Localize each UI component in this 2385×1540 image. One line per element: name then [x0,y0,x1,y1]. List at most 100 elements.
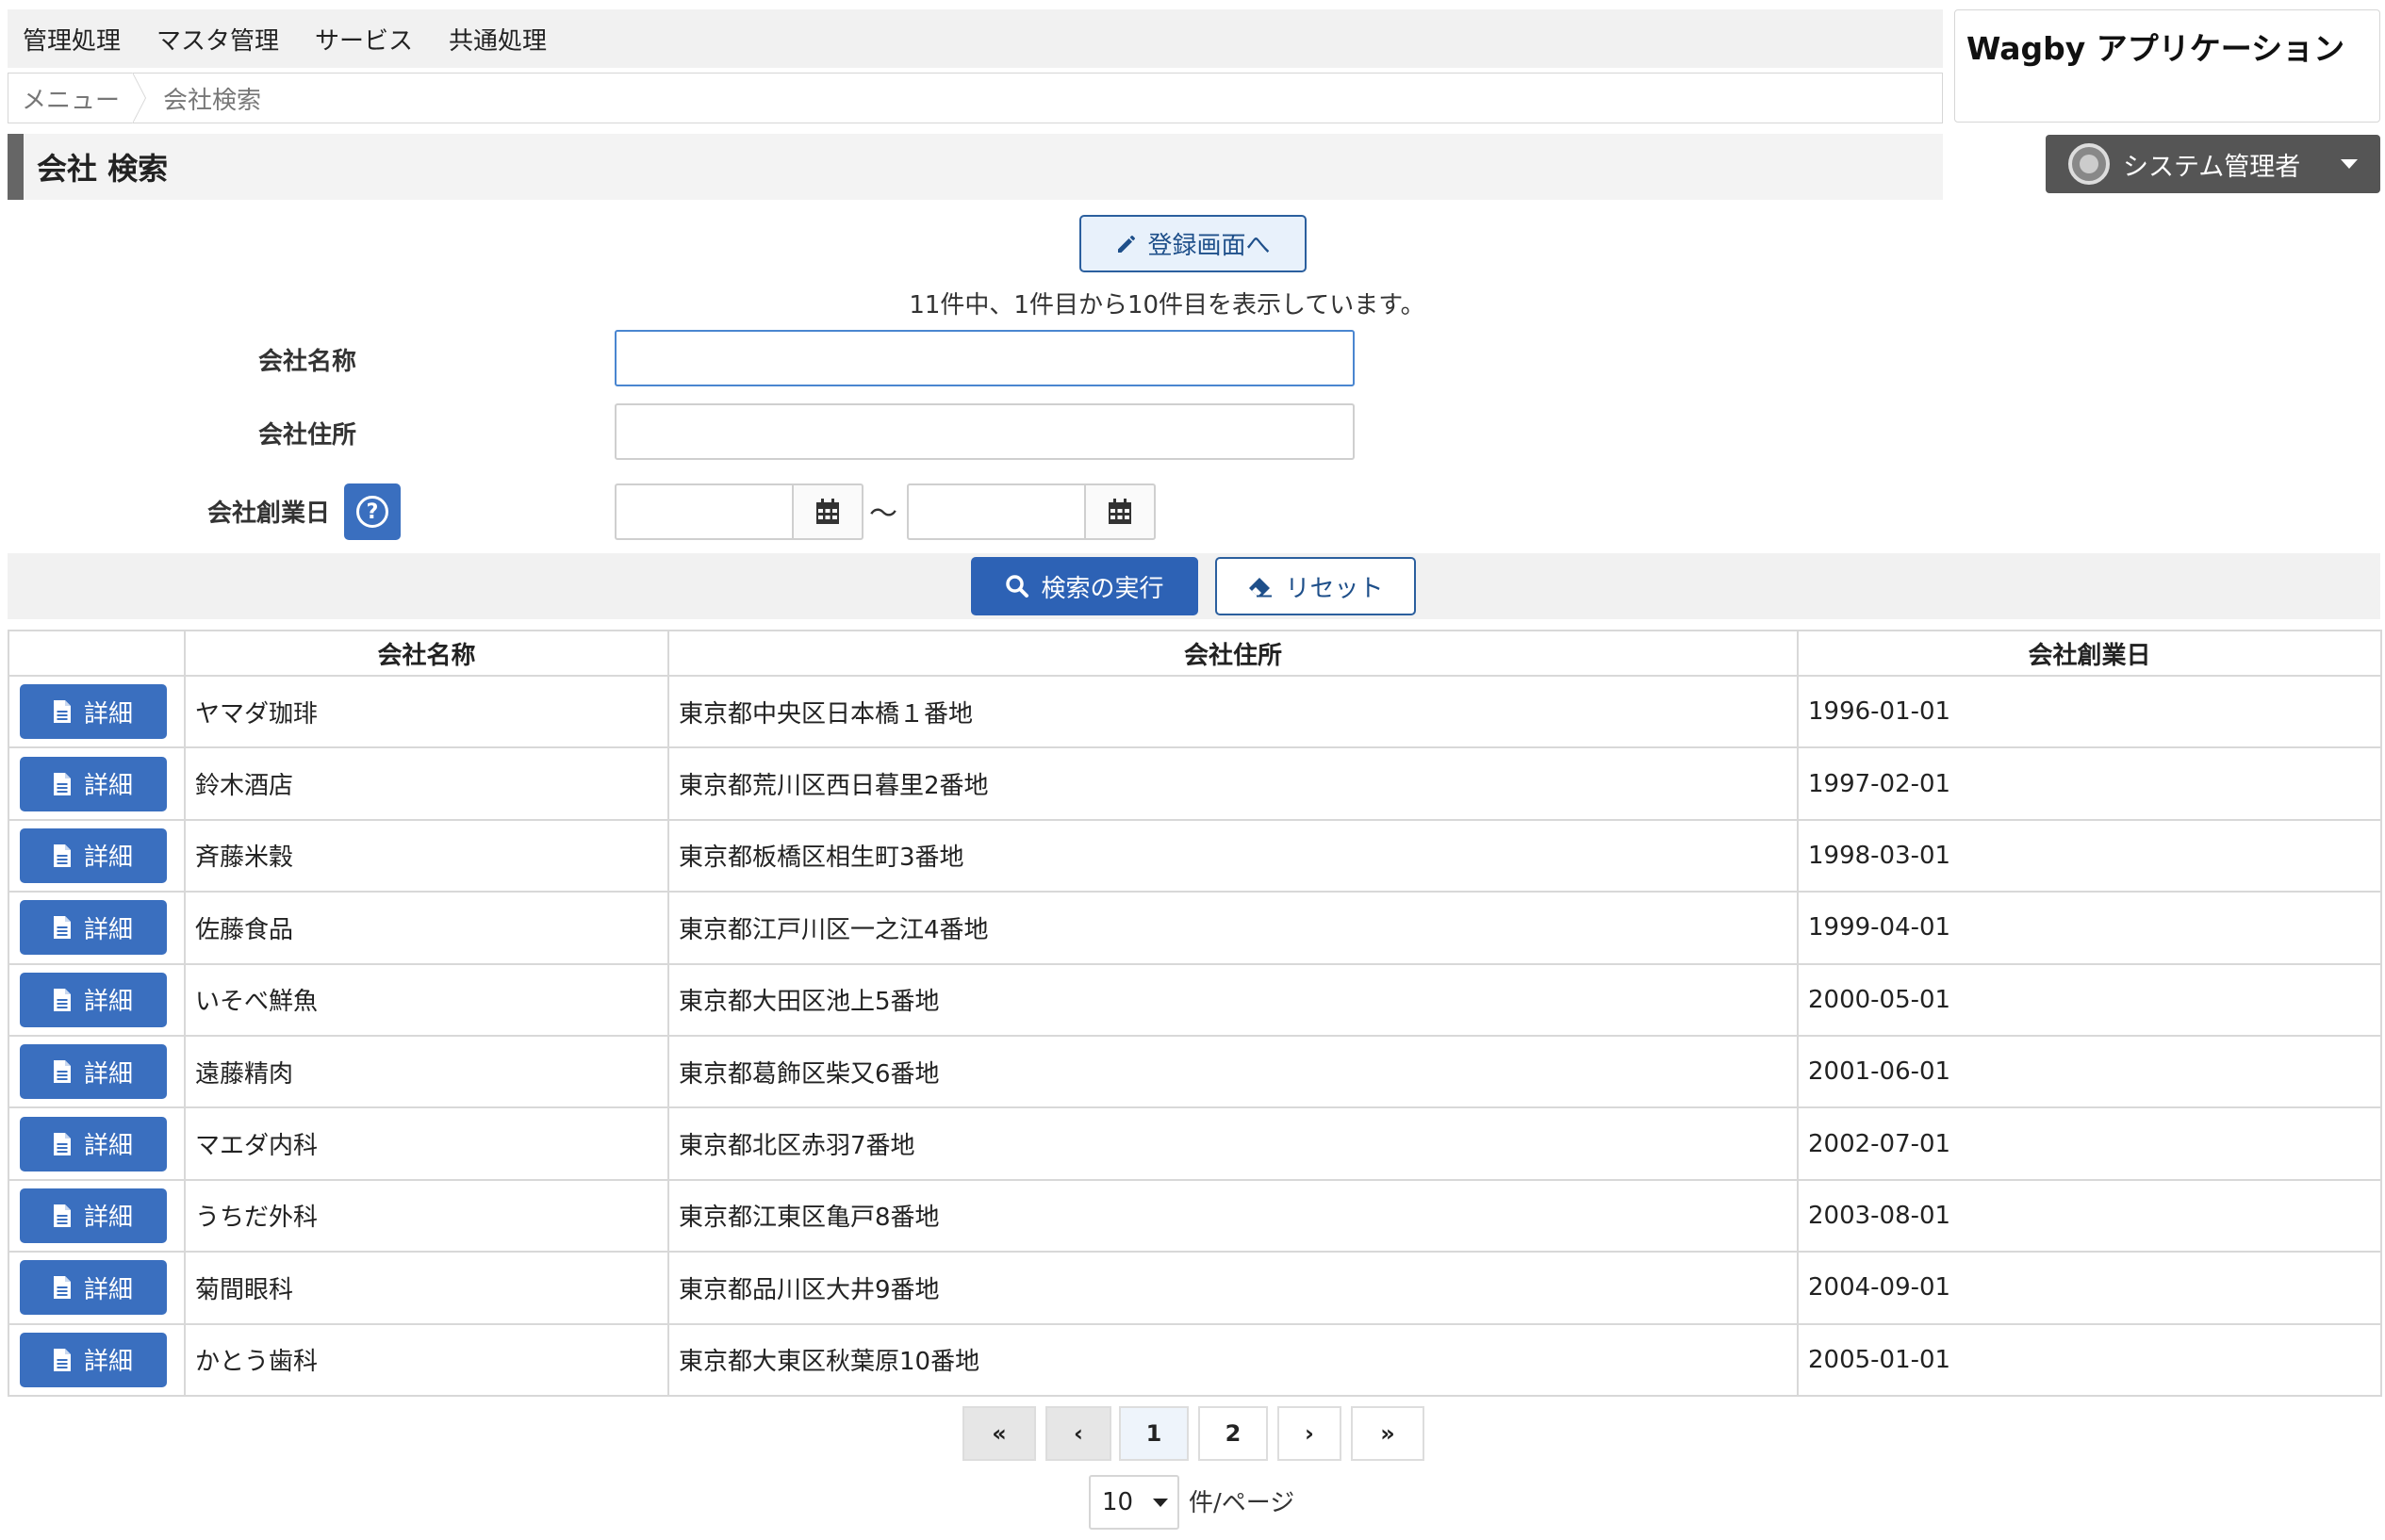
eraser-icon [1249,578,1273,598]
founded-date-cell: 1997-02-01 [1797,746,2382,821]
detail-button[interactable]: 詳細 [20,684,167,740]
breadcrumb-home[interactable]: メニュー [22,81,120,116]
table-row: 詳細 遠藤精肉 東京都葛飾区柴又6番地 2001-06-01 [8,1034,2382,1109]
pagination-last[interactable]: » [1351,1406,1424,1461]
row-action-cell: 詳細 [8,1251,186,1325]
company-address-cell: 東京都葛飾区柴又6番地 [667,1034,1799,1109]
company-address-cell: 東京都品川区大井9番地 [667,1251,1799,1325]
document-icon [53,1276,71,1300]
document-icon [53,1132,71,1155]
detail-button[interactable]: 詳細 [20,756,167,811]
detail-button[interactable]: 詳細 [20,1116,167,1171]
founded-to-input[interactable] [907,483,1086,540]
detail-button[interactable]: 詳細 [20,827,167,883]
company-address-label: 会社住所 [257,421,356,450]
pagination-next[interactable]: › [1277,1406,1341,1461]
breadcrumb-separator [132,73,150,123]
detail-label: 詳細 [83,1204,133,1233]
document-icon [53,772,71,795]
detail-label: 詳細 [83,915,133,944]
caret-down-icon [1153,1498,1168,1507]
per-page-label: 件/ページ [1189,1489,1295,1517]
header-company-name[interactable]: 会社名称 [184,630,669,677]
row-action-cell: 詳細 [8,746,186,821]
company-name-cell: ヤマダ珈琲 [184,674,669,749]
user-menu-button[interactable]: システム管理者 [2046,135,2380,193]
menu-item-service[interactable]: サービス [315,22,413,57]
breadcrumb-current: 会社検索 [163,86,262,115]
detail-label: 詳細 [83,844,133,873]
breadcrumb: メニュー 会社検索 [8,73,1943,123]
reset-label: リセット [1285,574,1384,603]
table-row: 詳細 ヤマダ珈琲 東京都中央区日本橋１番地 1996-01-01 [8,674,2382,749]
document-icon [53,844,71,867]
row-action-cell: 詳細 [8,818,186,893]
detail-label: 詳細 [83,1132,133,1161]
reset-button[interactable]: リセット [1215,557,1416,615]
results-table: 会社名称 会社住所 会社創業日 詳細 ヤマダ珈琲 東京都中央区日本橋１番地 1996-… [8,630,2382,1397]
per-page-value: 10 [1102,1488,1134,1516]
table-row: 詳細 鈴木酒店 東京都荒川区西日暮里2番地 1997-02-01 [8,746,2382,821]
calendar-icon [816,499,839,524]
detail-button[interactable]: 詳細 [20,972,167,1027]
user-name: システム管理者 [2123,152,2301,182]
pencil-icon [1118,235,1136,253]
company-address-input[interactable] [615,403,1355,460]
header-company-address[interactable]: 会社住所 [667,630,1799,677]
company-name-cell: うちだ外科 [184,1178,669,1253]
pagination-prev[interactable]: ‹ [1045,1406,1111,1461]
register-button[interactable]: 登録画面へ [1079,215,1307,272]
founded-date-cell: 1998-03-01 [1797,818,2382,893]
pagination-first[interactable]: « [962,1406,1036,1461]
company-name-cell: 遠藤精肉 [184,1034,669,1109]
founded-date-label: 会社創業日 [206,500,330,528]
detail-button[interactable]: 詳細 [20,1044,167,1100]
detail-label: 詳細 [83,1275,133,1304]
company-address-cell: 東京都板橋区相生町3番地 [667,818,1799,893]
search-button[interactable]: 検索の実行 [971,557,1198,615]
pagination-page-1[interactable]: 1 [1119,1406,1189,1461]
founded-from-input[interactable] [615,483,794,540]
company-address-cell: 東京都江東区亀戸8番地 [667,1178,1799,1253]
menu-item-admin[interactable]: 管理処理 [23,22,121,57]
company-address-cell: 東京都荒川区西日暮里2番地 [667,746,1799,821]
company-address-cell: 東京都中央区日本橋１番地 [667,674,1799,749]
detail-button[interactable]: 詳細 [20,1332,167,1387]
row-action-cell: 詳細 [8,1178,186,1253]
detail-button[interactable]: 詳細 [20,1188,167,1243]
row-action-cell: 詳細 [8,1106,186,1181]
founded-date-cell: 2005-01-01 [1797,1322,2382,1397]
table-row: 詳細 菊間眼科 東京都品川区大井9番地 2004-09-01 [8,1251,2382,1325]
row-action-cell: 詳細 [8,1034,186,1109]
company-name-cell: 鈴木酒店 [184,746,669,821]
calendar-to-button[interactable] [1084,483,1156,540]
detail-button[interactable]: 詳細 [20,1260,167,1316]
help-button[interactable]: ? [344,483,401,540]
founded-date-cell: 2004-09-01 [1797,1251,2382,1325]
table-row: 詳細 斉藤米穀 東京都板橋区相生町3番地 1998-03-01 [8,818,2382,893]
founded-date-cell: 2003-08-01 [1797,1178,2382,1253]
founded-date-cell: 2002-07-01 [1797,1106,2382,1181]
detail-label: 詳細 [83,699,133,729]
table-row: 詳細 かとう歯科 東京都大東区秋葉原10番地 2005-01-01 [8,1322,2382,1397]
company-name-input[interactable] [615,330,1355,386]
row-action-cell: 詳細 [8,891,186,965]
caret-down-icon [2341,159,2358,169]
row-action-cell: 詳細 [8,962,186,1037]
per-page-select[interactable]: 10 [1089,1475,1179,1530]
header-founded-date[interactable]: 会社創業日 [1797,630,2382,677]
company-address-cell: 東京都大田区池上5番地 [667,962,1799,1037]
detail-button[interactable]: 詳細 [20,900,167,956]
company-name-cell: 斉藤米穀 [184,818,669,893]
result-summary-text: 11件中、1件目から10件目を表示しています。 [909,291,1425,319]
menu-item-common[interactable]: 共通処理 [449,22,547,57]
row-action-cell: 詳細 [8,1322,186,1397]
menu-item-master[interactable]: マスタ管理 [156,22,279,57]
company-name-cell: マエダ内科 [184,1106,669,1181]
calendar-from-button[interactable] [792,483,864,540]
table-header-row: 会社名称 会社住所 会社創業日 [8,630,2382,677]
document-icon [53,700,71,724]
pagination-page-2[interactable]: 2 [1198,1406,1268,1461]
detail-label: 詳細 [83,772,133,801]
top-menu-bar: 管理処理 マスタ管理 サービス 共通処理 [8,9,1943,68]
